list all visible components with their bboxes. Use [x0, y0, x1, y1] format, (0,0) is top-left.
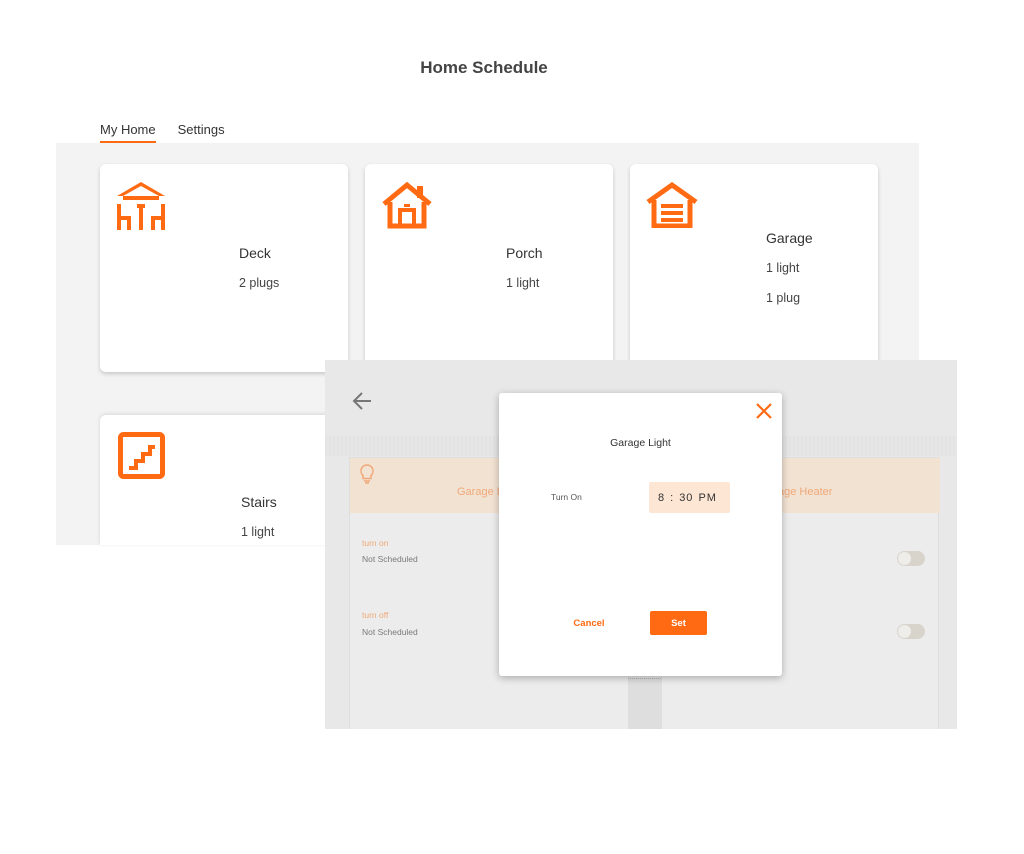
card-device-count: 1 light	[506, 276, 540, 290]
turn-on-toggle[interactable]	[897, 551, 925, 566]
schedule-dialog: Garage Light Turn On 8 : 30 PM Cancel Se…	[499, 393, 782, 676]
set-button[interactable]: Set	[650, 611, 707, 635]
card-device-count: 1 light	[766, 261, 800, 275]
dialog-title: Garage Light	[610, 437, 671, 449]
card-device-count: 1 plug	[766, 291, 801, 305]
turn-on-status: Not Scheduled	[362, 554, 418, 564]
turn-off-toggle[interactable]	[897, 624, 925, 639]
tab-bar: My Home Settings	[100, 122, 225, 144]
cancel-button[interactable]: Cancel	[563, 612, 615, 634]
device-name: Garage L	[457, 486, 503, 498]
card-name: Deck	[239, 245, 271, 261]
time-input[interactable]: 8 : 30 PM	[649, 482, 730, 513]
card-name: Stairs	[241, 494, 277, 510]
room-card-deck[interactable]: Deck 2 plugs	[100, 164, 348, 372]
time-separator: :	[670, 491, 675, 504]
turn-off-status: Not Scheduled	[362, 627, 418, 637]
card-name: Porch	[506, 245, 543, 261]
card-device-count: 1 light	[241, 525, 275, 539]
time-period[interactable]: PM	[698, 492, 717, 504]
time-minute[interactable]: 30	[679, 492, 693, 504]
turn-on-label: Turn On	[551, 492, 582, 502]
turn-off-label: turn off	[362, 610, 389, 620]
tab-settings[interactable]: Settings	[178, 122, 225, 144]
house-icon	[382, 182, 432, 229]
close-icon[interactable]	[755, 402, 773, 420]
tab-my-home[interactable]: My Home	[100, 122, 156, 144]
panel-divider	[628, 678, 661, 729]
room-card-stairs[interactable]: Stairs 1 light	[100, 415, 348, 545]
room-card-porch[interactable]: Porch 1 light	[365, 164, 613, 372]
garage-icon	[646, 182, 698, 228]
card-name: Garage	[766, 230, 813, 246]
time-hour[interactable]: 8	[658, 492, 665, 504]
deck-icon	[117, 182, 165, 230]
back-arrow-icon[interactable]	[351, 390, 373, 412]
device-name: age Heater	[778, 486, 833, 498]
turn-on-label: turn on	[362, 538, 389, 548]
page-title: Home Schedule	[420, 58, 548, 77]
stairs-icon	[118, 432, 165, 479]
room-card-garage[interactable]: Garage 1 light 1 plug	[630, 164, 878, 372]
card-device-count: 2 plugs	[239, 276, 280, 290]
lightbulb-icon	[360, 464, 374, 484]
